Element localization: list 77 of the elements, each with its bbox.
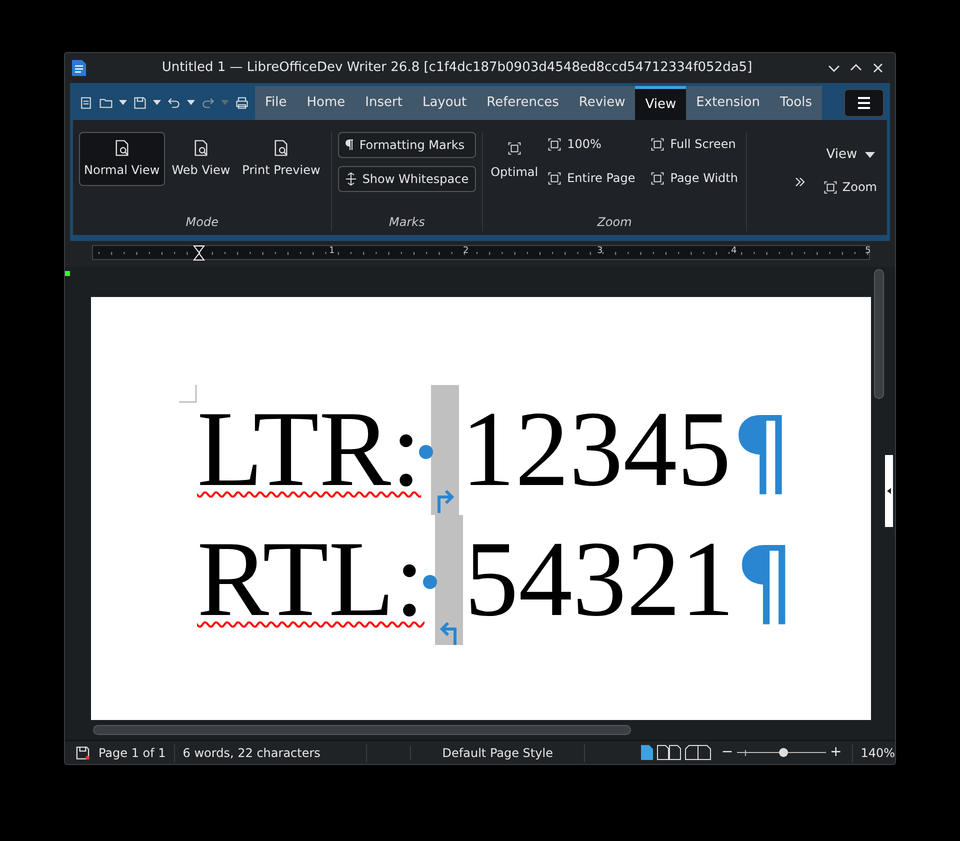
toggle-button[interactable]: Show Whitespace: [338, 166, 476, 192]
zoom-option-button[interactable]: 100%: [548, 135, 636, 153]
pilcrow-icon: [345, 139, 354, 151]
ruler-number: 3: [597, 246, 603, 256]
text-boundary-corner: [179, 385, 197, 403]
sidebar-handle[interactable]: [885, 455, 893, 527]
view-mode-button[interactable]: Print Preview: [237, 132, 326, 186]
menu-tab[interactable]: View: [635, 86, 686, 120]
close-icon[interactable]: [871, 61, 885, 75]
menu-tab[interactable]: Home: [296, 86, 356, 120]
menu-tab[interactable]: Extension: [686, 86, 770, 120]
undo-icon[interactable]: [167, 96, 181, 110]
indent-marker-icon[interactable]: [193, 245, 205, 261]
zoom-in-button[interactable]: +: [826, 742, 846, 763]
pilcrow-mark: ¶: [734, 525, 796, 640]
zoom-option-button[interactable]: Page Width: [651, 169, 738, 187]
view-mode-button[interactable]: Normal View: [79, 132, 165, 186]
zoom-frame-icon: [508, 142, 521, 155]
zoom-slider[interactable]: [737, 746, 826, 758]
word-count: 6 words, 22 characters: [174, 744, 367, 762]
position-marker: [65, 271, 70, 276]
zoom-out-button[interactable]: −: [717, 742, 738, 763]
menu-tab[interactable]: Tools: [770, 86, 822, 120]
caret-icon[interactable]: [153, 100, 161, 106]
zoom-frame-icon: [548, 172, 562, 184]
window-title: Untitled 1 — LibreOfficeDev Writer 26.8 [c1f4dc187b0903d4548ed8ccd54712334f052da5]: [160, 59, 754, 78]
print-icon[interactable]: [235, 96, 249, 110]
document-text: 12345: [461, 389, 732, 511]
zoom-frame-icon: [548, 138, 562, 150]
single-page-icon[interactable]: [641, 745, 654, 760]
zoom-frame-icon: [824, 180, 838, 194]
two-pages-icon[interactable]: [657, 745, 682, 760]
optimal-zoom-button[interactable]: Optimal: [490, 132, 538, 187]
menu-tab[interactable]: References: [476, 86, 569, 120]
zoom-frame-icon: [651, 172, 664, 184]
group-title: Marks: [389, 214, 425, 231]
double-chevron-icon[interactable]: [794, 176, 806, 188]
page-count: Page 1 of 1: [90, 744, 175, 762]
view-mode-button[interactable]: Web View: [166, 132, 236, 186]
zoom-frame-icon: [651, 138, 664, 150]
redo-icon[interactable]: [201, 96, 215, 110]
menu-tab[interactable]: Review: [568, 86, 636, 120]
document-text: RTL:: [197, 519, 424, 641]
ruler-number: 4: [731, 246, 737, 256]
view-dropdown[interactable]: View: [826, 144, 876, 164]
caret-icon: [887, 488, 891, 494]
ruler-number: 2: [463, 246, 469, 256]
menu-icon: [857, 97, 871, 109]
menu-tab[interactable]: File: [255, 86, 297, 120]
save-icon[interactable]: [133, 96, 147, 110]
group-title: Zoom: [597, 214, 632, 231]
zoom-option-button[interactable]: Entire Page: [548, 169, 636, 187]
document-text: LTR:: [197, 389, 422, 511]
caret-icon[interactable]: [187, 100, 195, 106]
document-text: 54321: [464, 519, 734, 641]
book-pages-icon[interactable]: [685, 745, 712, 760]
menu-tab[interactable]: Layout: [412, 86, 477, 120]
new-document-icon[interactable]: [79, 96, 93, 110]
zoom-button[interactable]: Zoom: [824, 178, 877, 196]
caret-icon[interactable]: [119, 100, 127, 106]
ruler-number: 5: [865, 246, 871, 256]
ruler-number: 1: [329, 246, 335, 256]
group-title: Mode: [186, 214, 218, 231]
folder-icon[interactable]: [99, 96, 113, 110]
pilcrow-mark: ¶: [731, 395, 792, 510]
menu-button[interactable]: [844, 89, 884, 117]
expand-vertical-icon: [345, 172, 358, 186]
zoom-option-button[interactable]: Full Screen: [651, 135, 738, 153]
menu-tab[interactable]: Insert: [355, 86, 412, 120]
save-status-icon: [75, 744, 90, 760]
toggle-button[interactable]: Formatting Marks: [338, 132, 476, 158]
page-style: Default Page Style: [411, 744, 586, 762]
zoom-percentage: 140%: [852, 744, 895, 762]
app-logo-icon: [71, 59, 87, 77]
vertical-scrollbar[interactable]: [874, 269, 884, 399]
caret-icon: [865, 152, 876, 158]
horizontal-scrollbar[interactable]: [93, 725, 631, 735]
